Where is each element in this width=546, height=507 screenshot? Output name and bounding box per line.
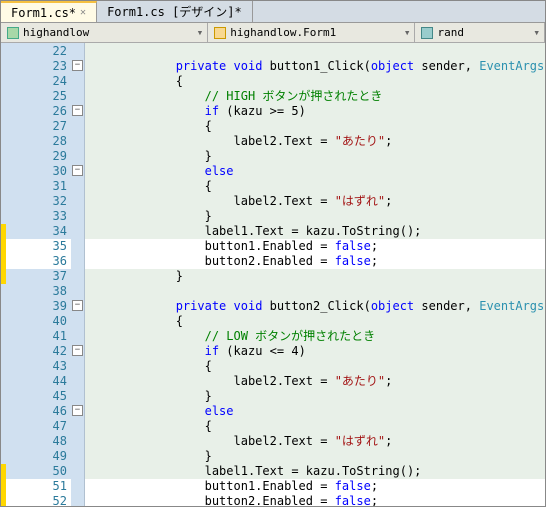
class-icon xyxy=(214,27,226,39)
change-marker xyxy=(1,239,6,254)
line-number: 30− xyxy=(1,164,71,179)
code-line[interactable] xyxy=(85,44,545,59)
tab-bar: Form1.cs* ✕ Form1.cs [デザイン]* xyxy=(1,1,545,23)
fold-toggle[interactable]: − xyxy=(72,165,83,176)
code-line[interactable]: } xyxy=(85,149,545,164)
line-number: 31 xyxy=(1,179,71,194)
line-number: 23− xyxy=(1,59,71,74)
code-line[interactable]: else xyxy=(85,164,545,179)
code-line[interactable]: { xyxy=(85,119,545,134)
line-number: 37 xyxy=(1,269,71,284)
line-number: 49 xyxy=(1,449,71,464)
line-number: 52 xyxy=(1,494,71,506)
code-line[interactable]: { xyxy=(85,314,545,329)
change-marker xyxy=(1,494,6,506)
fold-toggle[interactable]: − xyxy=(72,105,83,116)
navigation-dropdowns: highandlow highandlow.Form1 rand xyxy=(1,23,545,43)
change-marker xyxy=(1,479,6,494)
dropdown-value: highandlow xyxy=(23,26,89,39)
code-line[interactable]: } xyxy=(85,269,545,284)
line-number: 35 xyxy=(1,239,71,254)
line-number: 34 xyxy=(1,224,71,239)
line-number: 43 xyxy=(1,359,71,374)
code-line[interactable] xyxy=(85,284,545,299)
line-number: 38 xyxy=(1,284,71,299)
fold-toggle[interactable]: − xyxy=(72,345,83,356)
line-number: 51 xyxy=(1,479,71,494)
fold-toggle[interactable]: − xyxy=(72,60,83,71)
tab-form1-design[interactable]: Form1.cs [デザイン]* xyxy=(97,1,253,22)
line-number: 26− xyxy=(1,104,71,119)
code-line[interactable]: button2.Enabled = false; xyxy=(85,494,545,506)
line-number: 47 xyxy=(1,419,71,434)
code-line[interactable]: label2.Text = "あたり"; xyxy=(85,374,545,389)
tab-label: Form1.cs* xyxy=(11,6,76,20)
code-line[interactable]: button1.Enabled = false; xyxy=(85,479,545,494)
code-line[interactable]: } xyxy=(85,449,545,464)
line-number: 39− xyxy=(1,299,71,314)
code-line[interactable]: { xyxy=(85,419,545,434)
line-number: 29 xyxy=(1,149,71,164)
line-number: 36 xyxy=(1,254,71,269)
code-line[interactable]: if (kazu <= 4) xyxy=(85,344,545,359)
line-number: 25 xyxy=(1,89,71,104)
tab-form1-cs[interactable]: Form1.cs* ✕ xyxy=(1,1,97,22)
code-line[interactable]: { xyxy=(85,359,545,374)
tab-label: Form1.cs [デザイン]* xyxy=(107,3,242,20)
change-marker xyxy=(1,269,6,284)
code-area[interactable]: private void button1_Click(object sender… xyxy=(85,43,545,506)
line-number: 50 xyxy=(1,464,71,479)
line-number: 45 xyxy=(1,389,71,404)
line-number: 46− xyxy=(1,404,71,419)
dropdown-value: highandlow.Form1 xyxy=(230,26,336,39)
namespace-dropdown[interactable]: highandlow xyxy=(1,23,208,42)
code-line[interactable]: label1.Text = kazu.ToString(); xyxy=(85,464,545,479)
class-dropdown[interactable]: highandlow.Form1 xyxy=(208,23,415,42)
fold-toggle[interactable]: − xyxy=(72,405,83,416)
dropdown-value: rand xyxy=(437,26,464,39)
line-number: 48 xyxy=(1,434,71,449)
csharp-icon xyxy=(7,27,19,39)
close-icon[interactable]: ✕ xyxy=(80,7,86,18)
field-icon xyxy=(421,27,433,39)
code-line[interactable]: if (kazu >= 5) xyxy=(85,104,545,119)
code-line[interactable]: else xyxy=(85,404,545,419)
code-line[interactable]: label1.Text = kazu.ToString(); xyxy=(85,224,545,239)
line-number: 41 xyxy=(1,329,71,344)
code-line[interactable]: label2.Text = "はずれ"; xyxy=(85,194,545,209)
code-line[interactable]: button2.Enabled = false; xyxy=(85,254,545,269)
code-line[interactable]: label2.Text = "はずれ"; xyxy=(85,434,545,449)
code-line[interactable]: button1.Enabled = false; xyxy=(85,239,545,254)
code-line[interactable]: { xyxy=(85,179,545,194)
change-marker xyxy=(1,464,6,479)
code-line[interactable]: label2.Text = "あたり"; xyxy=(85,134,545,149)
code-editor[interactable]: 2223−242526−27282930−313233343536373839−… xyxy=(1,43,545,506)
member-dropdown[interactable]: rand xyxy=(415,23,545,42)
line-number: 22 xyxy=(1,44,71,59)
line-number: 32 xyxy=(1,194,71,209)
change-marker xyxy=(1,254,6,269)
line-number: 42− xyxy=(1,344,71,359)
code-line[interactable]: { xyxy=(85,74,545,89)
code-line[interactable]: private void button1_Click(object sender… xyxy=(85,59,545,74)
line-number: 33 xyxy=(1,209,71,224)
fold-toggle[interactable]: − xyxy=(72,300,83,311)
code-line[interactable]: } xyxy=(85,389,545,404)
code-line[interactable]: } xyxy=(85,209,545,224)
line-number-gutter: 2223−242526−27282930−313233343536373839−… xyxy=(1,43,71,506)
code-line[interactable]: // HIGH ボタンが押されたとき xyxy=(85,89,545,104)
line-number: 28 xyxy=(1,134,71,149)
change-marker xyxy=(1,224,6,239)
line-number: 24 xyxy=(1,74,71,89)
line-number: 40 xyxy=(1,314,71,329)
line-number: 44 xyxy=(1,374,71,389)
code-line[interactable]: // LOW ボタンが押されたとき xyxy=(85,329,545,344)
line-number: 27 xyxy=(1,119,71,134)
code-line[interactable]: private void button2_Click(object sender… xyxy=(85,299,545,314)
